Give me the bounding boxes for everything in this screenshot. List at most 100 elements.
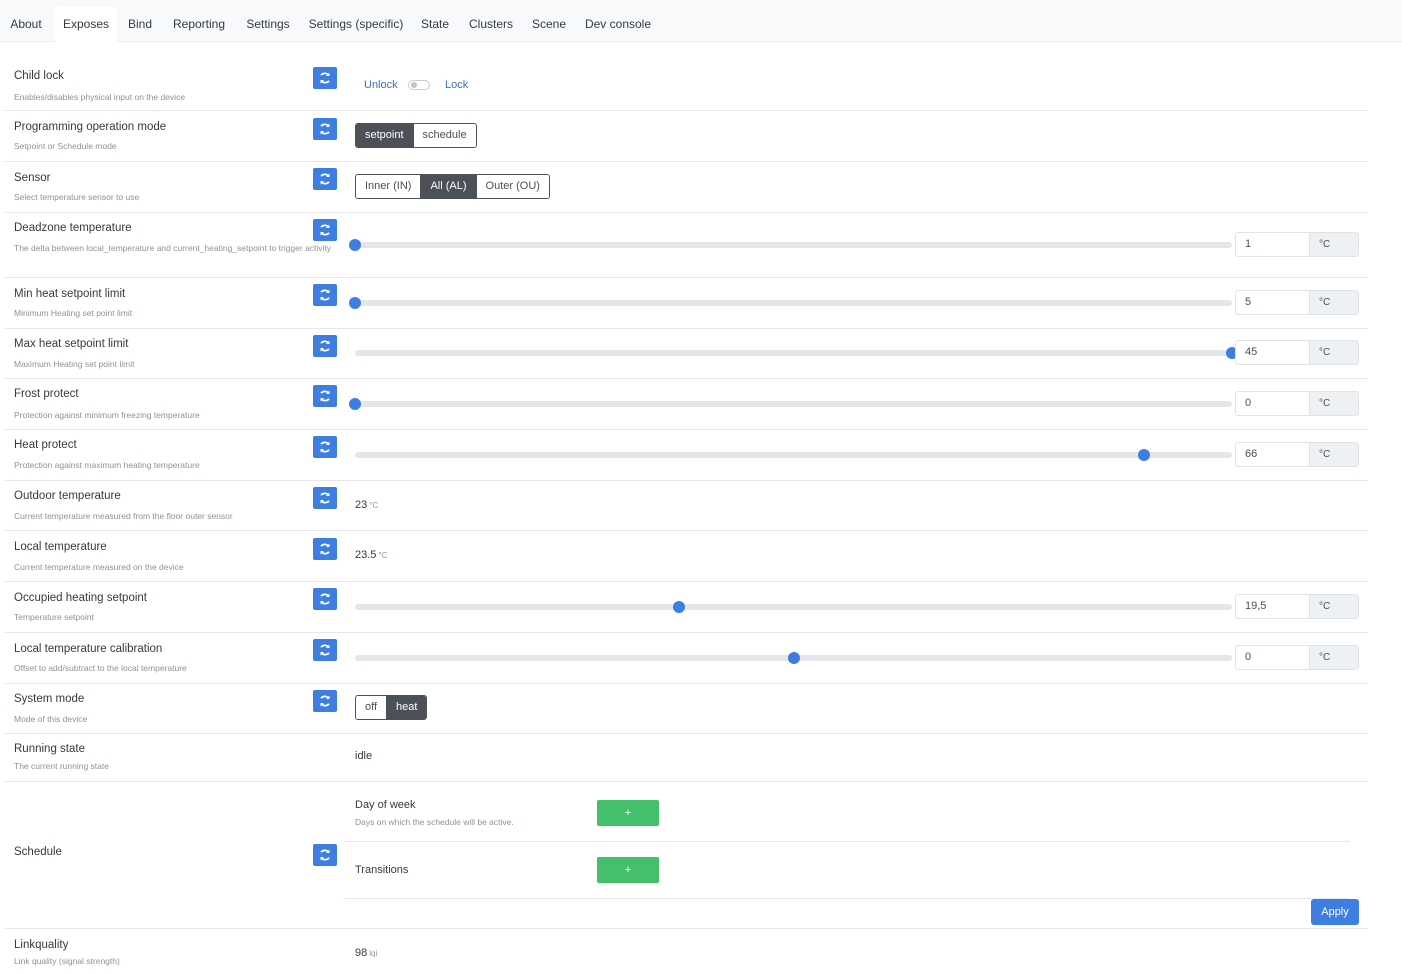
refresh-icon [320,593,330,605]
tab-settings-specific[interactable]: Settings (specific) [306,7,406,42]
slider-thumb[interactable] [349,297,361,309]
tab-bind[interactable]: Bind [122,7,158,42]
calibration-slider[interactable] [355,652,1232,664]
refresh-icon [320,695,330,707]
feature-programming-mode: Programming operation mode Setpoint or S… [5,111,1368,162]
min-heat-input[interactable]: 5 [1235,290,1310,315]
max-heat-input[interactable]: 45 [1235,340,1310,365]
refresh-icon [320,390,330,402]
refresh-button[interactable] [313,118,337,140]
feature-description: Temperature setpoint [14,612,94,622]
feature-description: Protection against minimum freezing temp… [14,410,200,420]
refresh-button[interactable] [313,844,337,866]
refresh-button[interactable] [313,335,337,357]
unit-label: lqi [369,949,378,958]
value-text: 23.5 [355,549,377,561]
min-heat-slider[interactable] [349,297,1232,309]
refresh-button[interactable] [313,690,337,712]
feature-description: Minimum Heating set point limit [14,308,133,318]
refresh-button[interactable] [313,385,337,407]
value-text: 23 [355,499,368,511]
unit-label: °C [369,501,379,510]
feature-description: Maximum Heating set point limit [14,359,135,369]
add-transition-button[interactable]: + [597,857,659,883]
option-heat[interactable]: heat [386,696,427,719]
frost-protect-slider[interactable] [349,398,1232,410]
feature-label: Outdoor temperature [14,490,121,502]
feature-local-temperature: Local temperature Current temperature me… [5,531,1368,582]
refresh-button[interactable] [313,168,337,190]
feature-label: Schedule [14,846,62,858]
slider-thumb[interactable] [673,601,686,613]
linkquality-value: 98 lqi [355,947,377,959]
refresh-button[interactable] [313,639,337,661]
day-of-week-label: Day of week [355,799,416,811]
system-mode-selector: off heat [355,695,428,720]
tab-state[interactable]: State [416,7,454,42]
option-all[interactable]: All (AL) [420,175,476,198]
refresh-icon [320,72,330,84]
deadzone-slider[interactable] [349,239,1232,251]
option-off[interactable]: off [356,696,387,719]
option-setpoint[interactable]: setpoint [356,124,413,147]
sensor-selector: Inner (IN) All (AL) Outer (OU) [355,174,550,199]
child-lock-toggle[interactable] [408,80,430,90]
feature-description: The current running state [14,761,109,771]
heat-protect-slider[interactable] [355,449,1232,461]
feature-system-mode: System mode Mode of this device off heat [5,684,1368,734]
refresh-button[interactable] [313,219,337,241]
local-temperature-value: 23.5 °C [355,549,387,561]
unit-label: °C [378,551,388,560]
feature-outdoor-temperature: Outdoor temperature Current temperature … [5,481,1368,531]
tab-dev-console[interactable]: Dev console [582,7,654,42]
occupied-setpoint-input[interactable]: 19,5 [1235,594,1310,619]
deadzone-input[interactable]: 1 [1235,232,1310,257]
feature-sensor: Sensor Select temperature sensor to use … [5,162,1368,213]
tab-reporting[interactable]: Reporting [168,7,230,42]
refresh-button[interactable] [313,487,337,509]
programming-mode-selector: setpoint schedule [355,123,477,148]
refresh-button[interactable] [313,67,337,89]
option-schedule[interactable]: schedule [412,124,476,147]
slider-thumb[interactable] [1138,449,1151,461]
apply-button[interactable]: Apply [1311,899,1359,925]
heat-protect-input[interactable]: 66 [1235,442,1310,467]
unit-label: °C [1309,594,1359,619]
occupied-setpoint-slider[interactable] [355,601,1232,613]
refresh-icon [320,123,330,135]
refresh-icon [320,849,330,861]
unit-label: °C [1309,391,1359,416]
unlock-link[interactable]: Unlock [364,79,398,91]
feature-description: The delta between local_temperature and … [14,243,332,253]
option-inner[interactable]: Inner (IN) [356,175,421,198]
feature-max-heat-setpoint: Max heat setpoint limit Maximum Heating … [5,329,1368,379]
max-heat-slider[interactable] [355,347,1238,359]
tab-settings[interactable]: Settings [241,7,295,42]
option-outer[interactable]: Outer (OU) [475,175,549,198]
unit-label: °C [1309,645,1359,670]
feature-description: Select temperature sensor to use [14,192,140,202]
slider-thumb[interactable] [349,398,361,410]
frost-protect-input[interactable]: 0 [1235,391,1310,416]
tab-scene[interactable]: Scene [528,7,570,42]
slider-thumb[interactable] [349,239,361,251]
feature-label: Deadzone temperature [14,222,132,234]
feature-deadzone-temperature: Deadzone temperature The delta between l… [5,213,1368,278]
feature-description: Link quality (signal strength) [14,956,120,966]
lock-link[interactable]: Lock [445,79,468,91]
tab-about[interactable]: About [4,7,48,42]
calibration-input[interactable]: 0 [1235,645,1310,670]
tab-clusters[interactable]: Clusters [464,7,518,42]
feature-description: Enables/disables physical input on the d… [14,92,186,102]
refresh-button[interactable] [313,436,337,458]
add-day-button[interactable]: + [597,800,659,826]
tab-exposes[interactable]: Exposes [55,7,117,42]
feature-schedule: Schedule Day of week Days on which the s… [5,782,1368,929]
feature-description: Mode of this device [14,714,88,724]
slider-thumb[interactable] [787,652,800,664]
feature-description: Setpoint or Schedule mode [14,141,117,151]
refresh-button[interactable] [313,538,337,560]
refresh-button[interactable] [313,588,337,610]
refresh-button[interactable] [313,284,337,306]
refresh-icon [320,289,330,301]
